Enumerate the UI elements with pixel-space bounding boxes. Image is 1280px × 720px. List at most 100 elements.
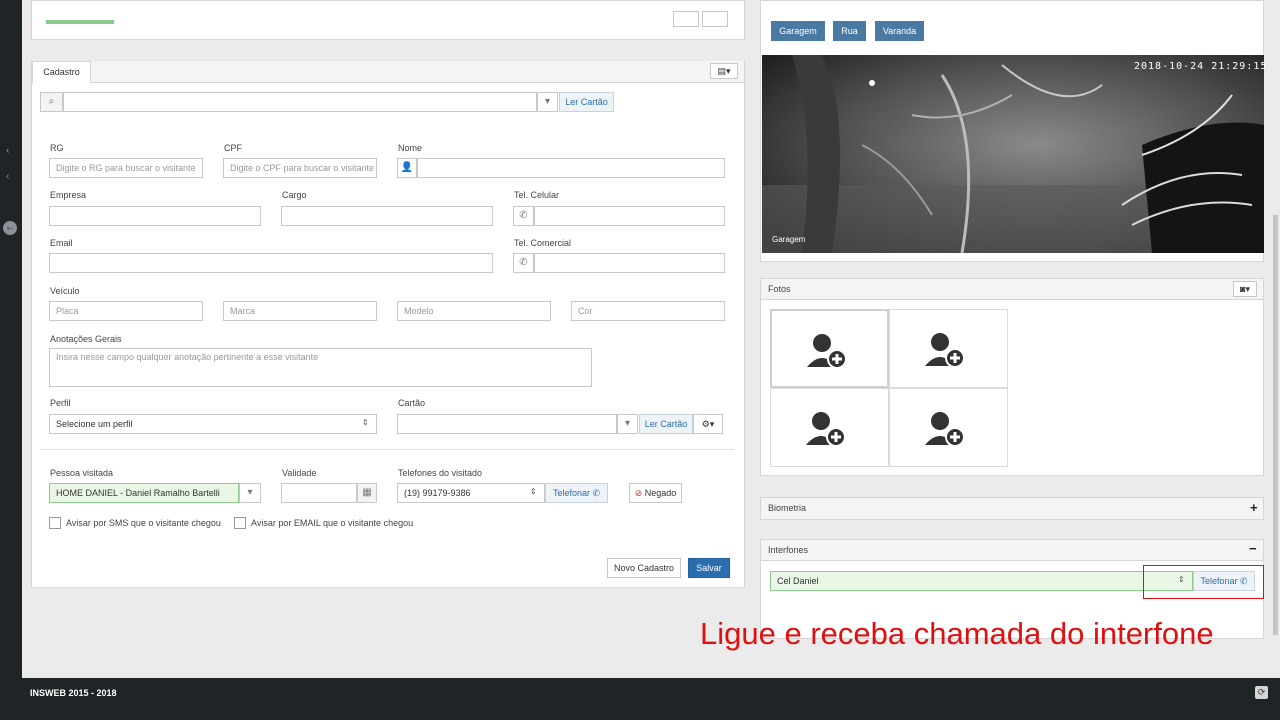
cartao-input[interactable] <box>397 414 617 434</box>
telefonar-button[interactable]: Telefonar ✆ <box>545 483 608 503</box>
add-user-icon <box>925 333 965 368</box>
perfil-select[interactable]: Selecione um perfil <box>49 414 377 434</box>
email-checkbox[interactable] <box>234 517 246 529</box>
pessoa-visitada-select[interactable]: HOME DANIEL - Daniel Ramalho Bartelli <box>49 483 239 503</box>
camera-tab-rua[interactable]: Rua <box>833 21 866 41</box>
cargo-input[interactable] <box>281 206 493 226</box>
footer-text: INSWEB 2015 - 2018 <box>30 688 117 698</box>
cpf-input[interactable]: Digite o CPF para buscar o visitante <box>223 158 377 178</box>
camera-icon[interactable]: ◙▾ <box>1233 281 1257 297</box>
perfil-label: Perfil <box>50 398 71 408</box>
tel-comercial-label: Tel. Comercial <box>514 238 572 248</box>
interfone-select[interactable]: Cel Daniel <box>770 571 1193 591</box>
pessoa-dropdown-caret[interactable]: ▾ <box>239 483 261 503</box>
divider <box>40 449 734 450</box>
camera-feed <box>762 55 1264 253</box>
email-label: Email <box>50 238 73 248</box>
sms-label: Avisar por SMS que o visitante chegou <box>66 518 221 528</box>
back-circle-icon[interactable]: ← <box>3 221 17 235</box>
fotos-header <box>761 279 1263 300</box>
fotos-title: Fotos <box>768 284 791 294</box>
footer-bar <box>0 678 1280 720</box>
phone-icon: ✆ <box>592 488 601 498</box>
refresh-icon[interactable]: ⟳ <box>1255 686 1268 699</box>
pessoa-visitada-label: Pessoa visitada <box>50 468 114 478</box>
scrollbar[interactable] <box>1271 0 1280 678</box>
cor-input[interactable]: Cor <box>571 301 725 321</box>
nome-label: Nome <box>398 143 423 153</box>
anotacoes-label: Anotações Gerais <box>50 334 122 344</box>
cartao-label: Cartão <box>398 398 426 408</box>
photo-slot[interactable] <box>889 388 1008 467</box>
collapse-icon[interactable]: − <box>1249 541 1257 556</box>
photo-slot[interactable] <box>889 309 1008 388</box>
email-input[interactable] <box>49 253 493 273</box>
camera-tab-varanda[interactable]: Varanda <box>875 21 924 41</box>
empresa-input[interactable] <box>49 206 261 226</box>
modelo-input[interactable]: Modelo <box>397 301 551 321</box>
phone-icon: ✆ <box>513 253 534 273</box>
validade-input[interactable] <box>281 483 357 503</box>
expand-icon[interactable]: + <box>1250 500 1258 515</box>
select-caret-icon: ⇕ <box>362 418 369 427</box>
tab-menu-button[interactable]: ▤▾ <box>710 63 738 79</box>
validade-label: Validade <box>282 468 317 478</box>
cartao-read-card-button[interactable]: Ler Cartão <box>639 414 693 434</box>
add-user-icon <box>925 412 965 447</box>
chevron-left-icon[interactable]: ‹ <box>6 145 9 156</box>
camera-timestamp: 2018-10-24 21:29:15 <box>1134 61 1268 72</box>
annotation-text: Ligue e receba chamada do interfone <box>700 616 1214 651</box>
salvar-button[interactable]: Salvar <box>688 558 730 578</box>
empresa-label: Empresa <box>50 190 87 200</box>
camera-tab-garagem[interactable]: Garagem <box>771 21 825 41</box>
nome-input[interactable] <box>417 158 725 178</box>
marca-input[interactable]: Marca <box>223 301 377 321</box>
add-user-icon <box>807 334 847 369</box>
view-toggle-button[interactable] <box>673 11 699 27</box>
chevron-left-icon[interactable]: ‹ <box>6 171 9 182</box>
interfones-header <box>761 540 1263 561</box>
novo-cadastro-button[interactable]: Novo Cadastro <box>607 558 681 578</box>
cartao-dropdown-caret[interactable]: ▾ <box>617 414 638 434</box>
user-icon: 👤 <box>397 158 417 178</box>
menu-button[interactable] <box>702 11 728 27</box>
top-panel <box>31 0 745 40</box>
search-dropdown-caret[interactable]: ▾ <box>537 92 558 112</box>
telefones-label: Telefones do visitado <box>398 468 483 478</box>
read-card-button[interactable]: Ler Cartão <box>559 92 614 112</box>
cargo-label: Cargo <box>282 190 307 200</box>
left-rail: ‹ ‹ ← <box>0 0 22 678</box>
placa-input[interactable]: Placa <box>49 301 203 321</box>
tab-strip <box>32 61 744 83</box>
biometria-panel[interactable] <box>760 497 1264 520</box>
photo-slot[interactable] <box>770 309 889 388</box>
tab-cadastro[interactable]: Cadastro <box>32 61 91 84</box>
calendar-icon[interactable]: ▦ <box>357 483 377 503</box>
telefonar-label: Telefonar <box>552 488 590 498</box>
search-input[interactable] <box>63 92 537 112</box>
search-icon: ⌕ <box>40 92 63 112</box>
rg-input[interactable]: Digite o RG para buscar o visitante <box>49 158 203 178</box>
ban-icon: ⊘ <box>634 488 643 498</box>
select-caret-icon: ⇕ <box>530 487 537 496</box>
photo-slot[interactable] <box>770 388 889 467</box>
rg-label: RG <box>50 143 64 153</box>
cpf-label: CPF <box>224 143 242 153</box>
email-notify-label: Avisar por EMAIL que o visitante chegou <box>251 518 414 528</box>
tel-comercial-input[interactable] <box>534 253 725 273</box>
telefones-select[interactable]: (19) 99179-9386 <box>397 483 545 503</box>
anotacoes-textarea[interactable]: Insira nesse campo qualquer anotação per… <box>49 348 592 387</box>
phone-icon: ✆ <box>513 206 534 226</box>
tel-celular-label: Tel. Celular <box>514 190 560 200</box>
highlight-box <box>1143 565 1264 599</box>
biometria-title: Biometria <box>768 503 807 513</box>
negado-label: Negado <box>644 488 677 498</box>
negado-button[interactable]: ⊘ Negado <box>629 483 682 503</box>
gear-icon[interactable]: ⚙▾ <box>693 414 723 434</box>
interfones-title: Interfones <box>768 545 809 555</box>
tel-celular-input[interactable] <box>534 206 725 226</box>
top-indicator <box>46 20 114 24</box>
veiculo-label: Veículo <box>50 286 80 296</box>
camera-caption: Garagem <box>772 235 806 244</box>
sms-checkbox[interactable] <box>49 517 61 529</box>
